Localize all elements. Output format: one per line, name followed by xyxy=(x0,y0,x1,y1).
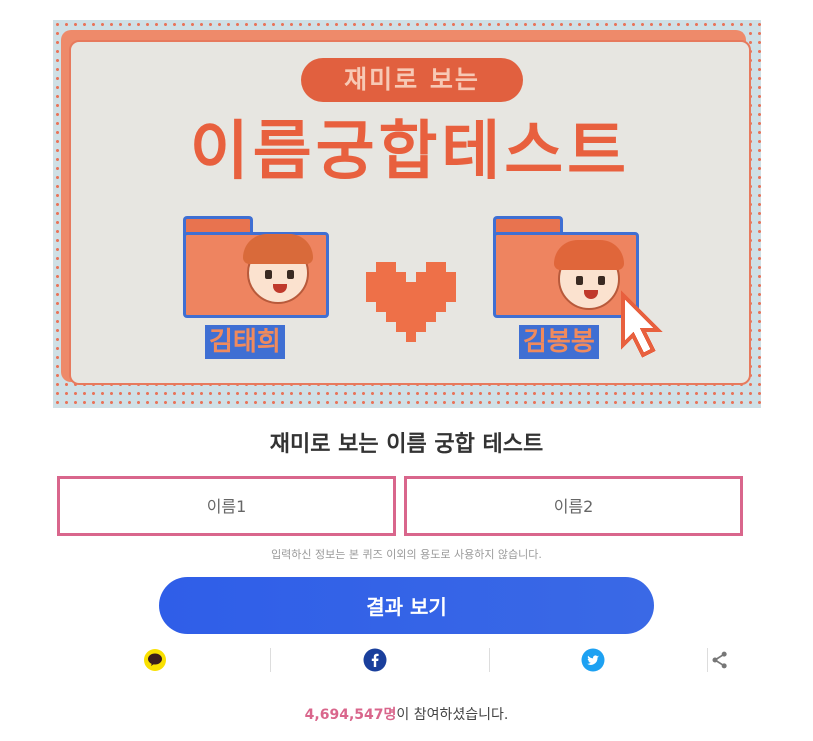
banner-pill: 재미로 보는 xyxy=(301,58,523,102)
privacy-notice: 입력하신 정보는 본 퀴즈 이외의 용도로 사용하지 않습니다. xyxy=(271,548,542,561)
share-divider xyxy=(707,648,708,672)
kakao-icon xyxy=(144,649,166,671)
twitter-icon xyxy=(581,648,605,672)
banner-title: 이름궁합테스트 xyxy=(189,115,631,189)
heart-icon xyxy=(366,262,456,342)
facebook-share-button[interactable] xyxy=(300,644,450,676)
participant-count: 4,694,547명 xyxy=(304,707,397,723)
share-divider xyxy=(489,648,490,672)
share-bar xyxy=(100,644,740,676)
participants-text: 4,694,547명이 참여하셨습니다. xyxy=(0,704,813,724)
left-name-tag: 김태희 xyxy=(205,325,285,359)
boy-avatar xyxy=(554,240,624,310)
name1-input[interactable] xyxy=(57,476,396,536)
result-button[interactable]: 결과 보기 xyxy=(159,577,654,634)
kakao-share-button[interactable] xyxy=(80,644,230,676)
banner-image: 재미로 보는 이름궁합테스트 김태희 김봉봉 xyxy=(53,20,761,408)
page-title: 재미로 보는 이름 궁합 테스트 xyxy=(269,432,544,457)
share-divider xyxy=(270,648,271,672)
facebook-icon xyxy=(363,648,387,672)
twitter-share-button[interactable] xyxy=(518,644,668,676)
participant-suffix: 이 참여하셨습니다. xyxy=(396,707,509,723)
name2-input[interactable] xyxy=(404,476,743,536)
share-icon xyxy=(712,651,727,669)
more-share-button[interactable] xyxy=(710,644,730,676)
girl-avatar xyxy=(243,234,313,304)
right-name-tag: 김봉봉 xyxy=(519,325,599,359)
cursor-icon xyxy=(621,290,663,358)
